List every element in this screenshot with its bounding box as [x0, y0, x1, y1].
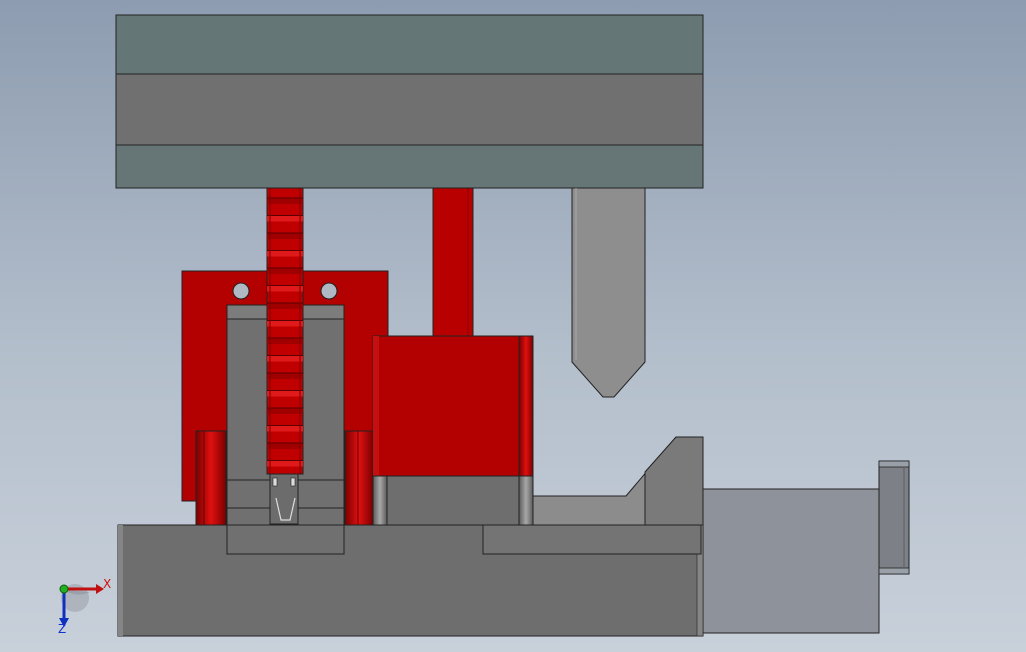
- bracket-hole-left: [232, 282, 250, 300]
- bracket-hole-right: [320, 282, 338, 300]
- gear-tooth: [267, 233, 303, 239]
- gear-rack: [266, 187, 304, 475]
- driver-bar: [432, 187, 474, 337]
- gear-tooth: [267, 198, 303, 204]
- coordinate-triad: X Z: [58, 577, 111, 636]
- red-slider-block: [372, 335, 534, 477]
- slider-base-block: [372, 475, 534, 526]
- base-die-plate: [117, 524, 704, 637]
- gear-tooth: [267, 390, 303, 397]
- top-backing-plate: [115, 73, 704, 146]
- cutting-punch: [571, 187, 646, 398]
- gear-tooth: [267, 303, 303, 309]
- top-clamp-plate: [115, 14, 704, 75]
- gear-tooth: [267, 373, 303, 379]
- gear-tooth: [267, 250, 303, 257]
- gear-tooth: [267, 425, 303, 432]
- gear-tooth: [267, 215, 303, 222]
- gear-tooth: [267, 268, 303, 274]
- punch-holder-plate: [115, 144, 704, 189]
- rack-spring-detail: [269, 473, 299, 525]
- cad-viewport[interactable]: X Z: [0, 0, 1026, 652]
- y-axis-dot: [59, 584, 69, 594]
- gear-tooth: [267, 285, 303, 292]
- gear-tooth: [267, 443, 303, 449]
- inclined-die-block: [532, 436, 704, 526]
- cad-model-view[interactable]: X Z: [0, 0, 1026, 652]
- gear-tooth: [267, 460, 303, 467]
- z-axis-label: Z: [58, 622, 66, 636]
- gear-tooth: [267, 408, 303, 414]
- gear-tooth: [267, 338, 303, 344]
- side-cylinder: [702, 460, 910, 634]
- gear-tooth: [267, 355, 303, 362]
- x-axis-label: X: [103, 577, 111, 591]
- gear-tooth: [267, 320, 303, 327]
